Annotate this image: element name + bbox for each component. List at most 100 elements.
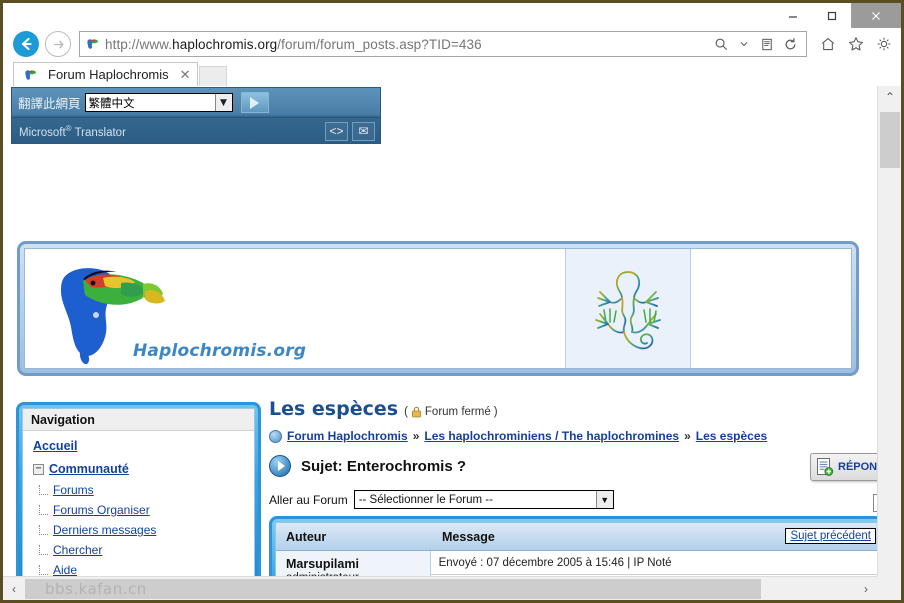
embed-code-icon[interactable]: <>	[325, 121, 348, 141]
scroll-up-arrow-icon[interactable]: ⌃	[878, 86, 901, 108]
play-icon	[250, 96, 260, 109]
main-content: Les espèces (Forum fermé) Forum Haplochr…	[269, 398, 877, 512]
goto-forum-row: Aller au Forum -- Sélectionner le Forum …	[269, 490, 877, 509]
url-text: http://www.haplochromis.org/forum/forum_…	[105, 36, 482, 52]
gecko-logo	[595, 271, 661, 350]
back-button[interactable]	[13, 31, 39, 57]
sidebar-item-forums-organiser[interactable]: Forums Organiser	[39, 503, 254, 517]
translate-page-label: 翻譯此網頁	[18, 96, 81, 111]
goto-forum-select[interactable]: -- Sélectionner le Forum -- ▼	[353, 490, 614, 509]
gear-icon[interactable]	[873, 33, 895, 55]
sidebar-group-communaute[interactable]: − Communauté	[33, 462, 254, 476]
post-author-cell: Marsupilami administrateur	[276, 551, 431, 576]
sidebar-item-label: Chercher	[53, 543, 103, 557]
post-meta: Envoyé : 07 décembre 2005 à 15:46 | IP N…	[430, 551, 877, 575]
translator-brand: Microsoft® Translator	[19, 123, 126, 139]
chevron-down-icon: ▼	[595, 491, 613, 508]
sidebar-item-label: Forums Organiser	[53, 503, 150, 517]
author-name: Marsupilami	[286, 557, 359, 571]
scroll-right-arrow-icon[interactable]: ›	[855, 577, 877, 601]
sidebar-item-derniers-messages[interactable]: Derniers messages	[39, 523, 254, 537]
vertical-scrollbar[interactable]: ⌃ ⌄	[877, 86, 901, 600]
page-viewport: 翻譯此網頁 繁體中文 ▼ Microsoft® Translator <> ✉	[3, 86, 901, 600]
sidebar-item-label: Aide	[53, 563, 78, 576]
tree-branch-icon	[39, 525, 48, 535]
goto-forum-value: -- Sélectionner le Forum --	[358, 493, 493, 506]
url-field[interactable]: http://www.haplochromis.org/forum/forum_…	[79, 31, 807, 57]
translator-language-value: 繁體中文	[88, 95, 135, 110]
title-bar	[3, 3, 901, 28]
translate-go-button[interactable]	[240, 92, 269, 113]
search-icon[interactable]	[711, 34, 731, 54]
navigation-panel: Navigation Accueil − Communauté Forums F…	[16, 402, 261, 576]
vertical-scroll-thumb[interactable]	[880, 112, 900, 168]
tab-forum-haplochromis[interactable]: Forum Haplochromis ✕	[13, 62, 198, 86]
subject-row: Sujet: Enterochromis ?	[269, 455, 877, 477]
scrollbar-corner	[877, 576, 901, 600]
star-icon[interactable]	[845, 33, 867, 55]
minimize-button[interactable]	[773, 3, 812, 28]
close-button[interactable]	[851, 3, 901, 28]
tree-branch-icon	[39, 545, 48, 555]
toolbar-icons	[809, 33, 895, 55]
tab-strip: Forum Haplochromis ✕	[3, 60, 901, 86]
goto-forum-label: Aller au Forum	[269, 492, 348, 507]
horizontal-scrollbar[interactable]: ‹ › bbs.kafan.cn	[3, 576, 901, 600]
sidebar-item-forums[interactable]: Forums	[39, 483, 254, 497]
site-brand-text: Haplochromis.org	[133, 341, 307, 361]
breadcrumb-separator: »	[412, 429, 420, 443]
sidebar-item-accueil[interactable]: Accueil	[33, 439, 254, 453]
sidebar-item-aide[interactable]: Aide	[39, 563, 254, 576]
post-table-header: Auteur Message Sujet précédent	[276, 523, 877, 551]
post-message-cell: Envoyé : 07 décembre 2005 à 15:46 | IP N…	[430, 551, 877, 576]
sidebar-item-label: Derniers messages	[53, 523, 157, 537]
collapse-toggle-icon[interactable]: −	[33, 463, 44, 475]
compatibility-view-icon[interactable]	[757, 34, 777, 54]
topic-bullet-icon	[269, 455, 291, 477]
email-icon[interactable]: ✉	[352, 121, 375, 141]
home-icon[interactable]	[817, 33, 839, 55]
tab-title: Forum Haplochromis	[48, 67, 169, 82]
breadcrumb-item-0[interactable]: Forum Haplochromis	[287, 429, 408, 443]
gecko-logo-box	[565, 249, 691, 368]
breadcrumb-item-2[interactable]: Les espèces	[696, 429, 767, 443]
subject-title: Sujet: Enterochromis ?	[301, 457, 467, 475]
forum-status: (Forum fermé)	[404, 406, 498, 418]
tab-favicon-icon	[25, 69, 37, 80]
sidebar-group-label: Communauté	[49, 462, 129, 476]
horizontal-scroll-thumb[interactable]	[25, 579, 761, 599]
new-tab-button[interactable]	[198, 66, 227, 86]
scroll-left-arrow-icon[interactable]: ‹	[3, 577, 25, 601]
address-bar: http://www.haplochromis.org/forum/forum_…	[3, 28, 901, 60]
browser-window: http://www.haplochromis.org/forum/forum_…	[0, 0, 904, 603]
sidebar-item-label: Forums	[53, 483, 94, 497]
maximize-button[interactable]	[812, 3, 851, 28]
lock-icon	[412, 406, 421, 418]
breadcrumb: Forum Haplochromis » Les haplochrominien…	[269, 429, 877, 443]
reply-document-icon	[817, 458, 834, 476]
previous-topic-link[interactable]: Sujet précédent	[785, 528, 876, 544]
tree-branch-icon	[39, 565, 48, 575]
sidebar-item-chercher[interactable]: Chercher	[39, 543, 254, 557]
post-table: Auteur Message Sujet précédent Marsupila…	[269, 516, 877, 576]
reply-button[interactable]: RÉPOND	[810, 453, 877, 481]
tree-branch-icon	[39, 485, 48, 495]
table-row: Marsupilami administrateur	[276, 551, 877, 576]
address-bar-icons	[711, 34, 802, 54]
tab-close-icon[interactable]: ✕	[180, 67, 191, 83]
refresh-icon[interactable]	[780, 34, 800, 54]
microsoft-translator-bar: 翻譯此網頁 繁體中文 ▼ Microsoft® Translator <> ✉	[11, 87, 381, 144]
column-header-author: Auteur	[286, 529, 327, 544]
site-banner: Haplochromis.org	[17, 241, 859, 376]
translator-language-select[interactable]: 繁體中文 ▼	[84, 93, 233, 112]
section-header: Les espèces (Forum fermé)	[269, 398, 877, 420]
reply-label: RÉPOND	[838, 461, 877, 473]
breadcrumb-separator: »	[684, 429, 691, 443]
site-favicon-icon	[87, 39, 99, 49]
search-dropdown-icon[interactable]	[734, 34, 754, 54]
breadcrumb-item-1[interactable]: Les haplochrominiens / The haplochromine…	[424, 429, 679, 443]
page-content: 翻譯此網頁 繁體中文 ▼ Microsoft® Translator <> ✉	[3, 86, 877, 576]
chevron-down-icon: ▼	[214, 94, 232, 111]
page-title: Les espèces	[269, 398, 399, 420]
forward-button[interactable]	[45, 31, 71, 57]
